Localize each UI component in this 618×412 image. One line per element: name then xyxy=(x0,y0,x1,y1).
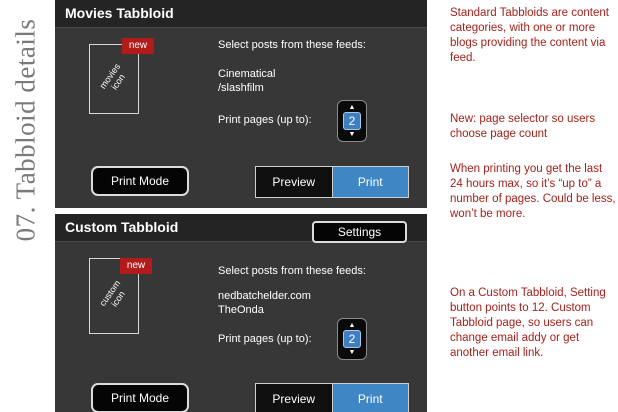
triangle-down-icon[interactable]: ▼ xyxy=(349,131,356,138)
preview-button[interactable]: Preview xyxy=(256,167,333,197)
annotation-note: New: page selector so users choose page … xyxy=(450,113,596,140)
triangle-down-icon[interactable]: ▼ xyxy=(349,349,356,356)
panel-header: Custom Tabbloid Settings xyxy=(55,214,427,243)
panel-title: Movies Tabbloid xyxy=(65,5,174,21)
print-mode-button[interactable]: Print Mode xyxy=(91,383,189,412)
feeds-prompt: Select posts from these feeds: xyxy=(218,265,366,277)
annotation-note: Standard Tabbloids are content categorie… xyxy=(450,7,609,64)
new-badge: new xyxy=(122,38,154,54)
page-count-value: 2 xyxy=(343,112,361,130)
feed-item[interactable]: Cinematical xyxy=(218,67,275,81)
custom-tabbloid-panel: Custom Tabbloid Settings custom icon new… xyxy=(55,214,427,412)
print-pages-label: Print pages (up to): xyxy=(218,333,312,345)
section-heading-strip: 07. Tabbloid details xyxy=(0,0,52,412)
print-pages-label: Print pages (up to): xyxy=(218,114,312,126)
print-mode-button[interactable]: Print Mode xyxy=(91,166,189,196)
feed-item[interactable]: TheOnda xyxy=(218,303,311,317)
feed-list: nedbatchelder.com TheOnda xyxy=(218,289,311,317)
settings-button[interactable]: Settings xyxy=(312,221,407,243)
preview-print-toggle: Preview Print xyxy=(255,383,409,412)
preview-print-toggle: Preview Print xyxy=(255,166,409,198)
print-button[interactable]: Print xyxy=(332,167,408,197)
annotation-note: On a Custom Tabbloid, Setting button poi… xyxy=(450,287,606,359)
triangle-up-icon[interactable]: ▲ xyxy=(349,322,356,329)
feed-item[interactable]: nedbatchelder.com xyxy=(218,289,311,303)
annotation-note: When printing you get the last 24 hours … xyxy=(450,163,616,220)
print-button[interactable]: Print xyxy=(332,384,408,412)
tabbloid-icon-placeholder: movies icon xyxy=(89,44,139,114)
feeds-prompt: Select posts from these feeds: xyxy=(218,39,366,51)
page-count-value: 2 xyxy=(343,330,361,348)
annotation-notes: Standard Tabbloids are content categorie… xyxy=(450,0,618,412)
feed-item[interactable]: /slashfilm xyxy=(218,81,275,95)
icon-placeholder-label: movies icon xyxy=(97,61,127,92)
section-heading: 07. Tabbloid details xyxy=(10,18,41,242)
movies-tabbloid-panel: Movies Tabbloid movies icon new Select p… xyxy=(55,0,427,208)
new-badge: new xyxy=(120,258,152,274)
feed-list: Cinematical /slashfilm xyxy=(218,67,275,95)
icon-placeholder-label: custom icon xyxy=(97,278,127,309)
page-count-stepper[interactable]: ▲ 2 ▼ xyxy=(337,100,367,142)
panel-header: Movies Tabbloid xyxy=(55,0,427,28)
preview-button[interactable]: Preview xyxy=(256,384,333,412)
panel-title: Custom Tabbloid xyxy=(65,219,179,235)
triangle-up-icon[interactable]: ▲ xyxy=(349,104,356,111)
page-count-stepper[interactable]: ▲ 2 ▼ xyxy=(337,318,367,360)
